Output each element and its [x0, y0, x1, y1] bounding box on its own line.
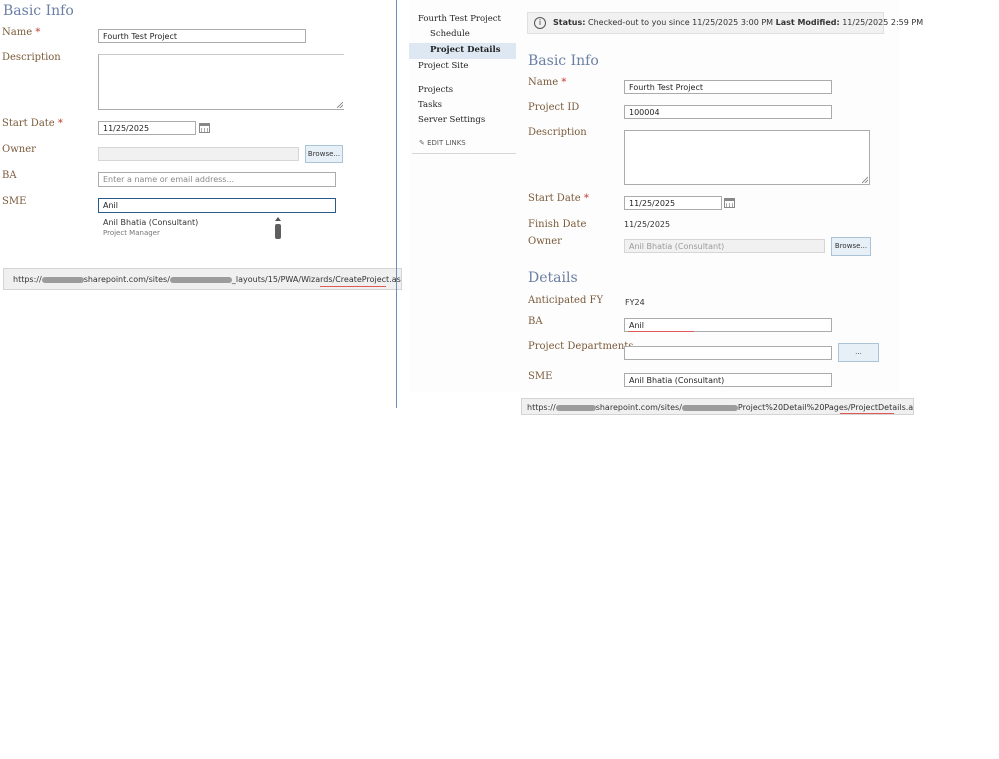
- section-title-details: Details: [528, 270, 578, 286]
- finish-date-label: Finish Date: [528, 219, 587, 230]
- name-label: Name *: [528, 77, 566, 88]
- nav-item-server-settings[interactable]: Server Settings: [418, 115, 485, 125]
- url-path: Project%20Detail%20Pages/: [737, 403, 851, 412]
- sme-people-picker[interactable]: Anil: [98, 198, 336, 213]
- section-title-basic-info: Basic Info: [3, 3, 74, 19]
- start-date-input[interactable]: 11/25/2025: [624, 196, 722, 210]
- ba-label: BA: [2, 170, 17, 181]
- suggestion-title: Project Manager: [103, 229, 160, 237]
- redacted-blur: [41, 276, 84, 283]
- required-mark: *: [561, 77, 567, 88]
- calendar-icon[interactable]: [199, 123, 210, 133]
- nav-item-projects[interactable]: Projects: [418, 85, 453, 95]
- owner-label: Owner: [2, 144, 36, 155]
- redacted-blur: [555, 404, 596, 411]
- spellcheck-underline: [840, 411, 894, 414]
- name-label-text: Name: [528, 77, 559, 88]
- required-mark: *: [583, 193, 589, 204]
- start-date-label: Start Date *: [528, 193, 589, 204]
- pencil-icon: ✎: [419, 139, 425, 147]
- url-page: CreateProject.aspx?src: [335, 275, 401, 284]
- last-modified-label: Last Modified:: [775, 18, 840, 27]
- url-domain: sharepoint.com/sites/: [595, 403, 682, 412]
- nav-item-tasks[interactable]: Tasks: [418, 100, 442, 110]
- spellcheck-underline: [628, 329, 694, 332]
- owner-input: [98, 147, 299, 161]
- resize-grip-icon[interactable]: [337, 102, 343, 108]
- url-prefix: https://: [13, 275, 42, 284]
- left-form-pane: Basic Info Name * Fourth Test Project De…: [0, 0, 402, 410]
- right-screen: Fourth Test Project Schedule Project Det…: [409, 0, 923, 392]
- name-label-text: Name: [2, 27, 33, 38]
- calendar-icon[interactable]: [724, 198, 735, 208]
- redacted-blur: [169, 276, 232, 283]
- redacted-blur: [681, 404, 738, 411]
- ba-people-picker[interactable]: Enter a name or email address...: [98, 172, 336, 187]
- description-label: Description: [528, 127, 587, 138]
- start-date-input[interactable]: 11/25/2025: [98, 121, 196, 135]
- scroll-thumb[interactable]: [275, 224, 281, 239]
- nav-item-project-details-label: Project Details: [430, 45, 501, 55]
- resize-grip-icon[interactable]: [862, 177, 868, 183]
- sme-input[interactable]: Anil Bhatia (Consultant): [624, 373, 832, 387]
- sme-label: SME: [2, 196, 27, 207]
- start-date-label-text: Start Date: [528, 193, 581, 204]
- owner-browse-button[interactable]: Browse...: [305, 145, 343, 163]
- anticipated-fy-value: FY24: [625, 298, 645, 307]
- owner-input: Anil Bhatia (Consultant): [624, 239, 825, 253]
- edit-links-label: EDIT LINKS: [427, 139, 466, 147]
- name-label: Name *: [2, 27, 40, 38]
- anticipated-fy-label: Anticipated FY: [528, 295, 604, 306]
- suggestion-dropdown[interactable]: Anil Bhatia (Consultant) Project Manager: [98, 214, 284, 239]
- project-departments-button[interactable]: ...: [838, 343, 879, 362]
- url-prefix: https://: [527, 403, 556, 412]
- edit-links[interactable]: ✎ EDIT LINKS: [419, 139, 466, 147]
- ba-label: BA: [528, 316, 543, 327]
- nav-item-project-details[interactable]: Project Details: [409, 43, 516, 59]
- status-text: Checked-out to you since 11/25/2025 3:00…: [588, 18, 774, 27]
- required-mark: *: [35, 27, 41, 38]
- name-input[interactable]: Fourth Test Project: [98, 29, 306, 43]
- url-path: _layouts/15/PWA/Wizards/: [231, 275, 336, 284]
- section-title-basic-info: Basic Info: [528, 53, 599, 69]
- suggestion-name[interactable]: Anil Bhatia (Consultant): [103, 218, 198, 227]
- project-id-label: Project ID: [528, 102, 580, 113]
- project-departments-input[interactable]: [624, 346, 832, 360]
- status-label: Status:: [553, 18, 586, 27]
- project-departments-label: Project Departments: [528, 341, 634, 352]
- owner-browse-button[interactable]: Browse...: [831, 237, 871, 256]
- name-input[interactable]: Fourth Test Project: [624, 80, 832, 94]
- nav-project-title[interactable]: Fourth Test Project: [418, 14, 501, 24]
- sme-label: SME: [528, 371, 553, 382]
- scroll-up-arrow-icon[interactable]: [275, 217, 281, 221]
- dropdown-scrollbar[interactable]: [274, 216, 282, 239]
- required-mark: *: [57, 118, 63, 129]
- nav-item-schedule[interactable]: Schedule: [430, 29, 470, 39]
- nav-separator: [412, 153, 516, 154]
- description-textarea[interactable]: [624, 130, 870, 185]
- start-date-label-text: Start Date: [2, 118, 55, 129]
- description-label: Description: [2, 52, 61, 63]
- url-domain: sharepoint.com/sites/: [83, 275, 170, 284]
- last-modified-value: 11/25/2025 2:59 PM: [842, 18, 924, 27]
- owner-label: Owner: [528, 236, 562, 247]
- project-id-input[interactable]: 100004: [624, 105, 832, 119]
- nav-item-project-site[interactable]: Project Site: [418, 61, 468, 71]
- finish-date-value: 11/25/2025: [624, 220, 671, 229]
- start-date-label: Start Date *: [2, 118, 63, 129]
- status-bar: i Status: Checked-out to you since 11/25…: [527, 12, 923, 34]
- info-icon: i: [534, 17, 546, 29]
- pane-divider: [396, 0, 397, 408]
- spellcheck-underline: [320, 284, 386, 287]
- description-textarea[interactable]: [98, 54, 344, 110]
